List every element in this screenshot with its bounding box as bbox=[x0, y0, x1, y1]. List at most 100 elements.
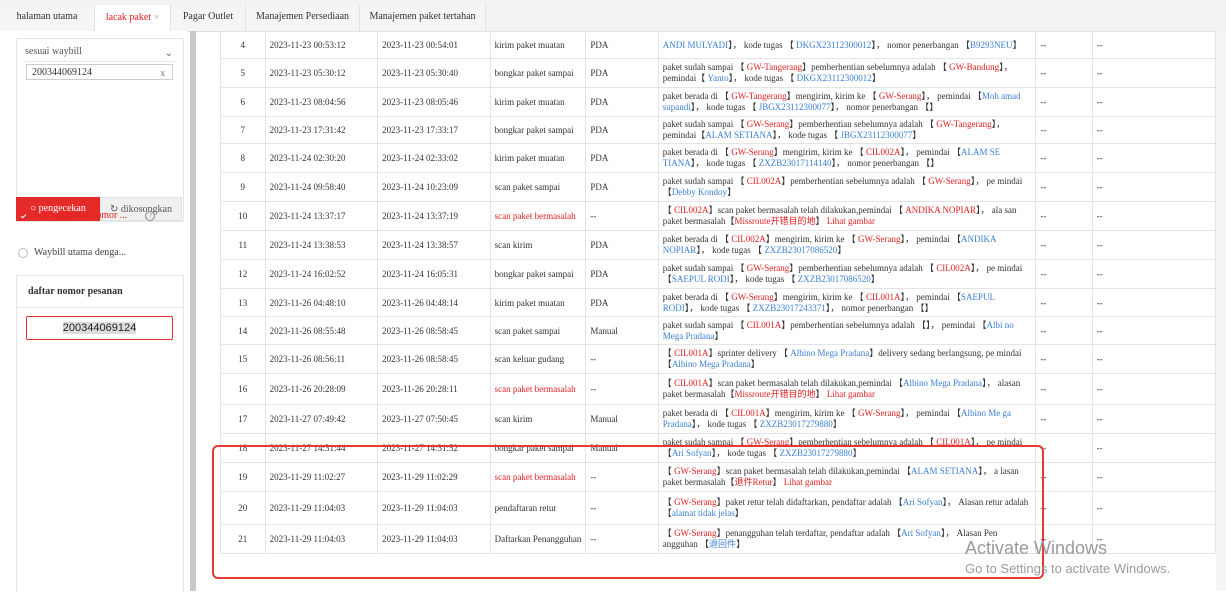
upload-time: 2023-11-24 13:38:57 bbox=[377, 230, 491, 260]
person-or-code-link[interactable]: DKGX23112300012 bbox=[796, 40, 871, 50]
extra-col-1: -- bbox=[1035, 344, 1093, 374]
close-icon[interactable]: × bbox=[154, 12, 159, 22]
row-index: 8 bbox=[220, 143, 266, 173]
extra-col-2: -- bbox=[1091, 316, 1216, 345]
description-text: 【 bbox=[662, 348, 675, 358]
row-index: 11 bbox=[220, 230, 266, 260]
scan-time: 2023-11-26 20:28:09 bbox=[264, 373, 379, 405]
person-or-code-link[interactable]: SAEPUL RODI bbox=[672, 274, 730, 284]
description-text: paket berada di 【 bbox=[662, 147, 732, 157]
option-check-info[interactable]: cek informasi nomor ...? bbox=[18, 210, 156, 221]
scan-source: PDA bbox=[585, 31, 659, 59]
description-text: 】， pemindai 【 bbox=[900, 147, 962, 157]
search-type-select[interactable]: sesuai waybill ⌄ bbox=[25, 43, 175, 62]
extra-col-1: -- bbox=[1035, 316, 1093, 345]
description-text: paket berada di 【 bbox=[662, 91, 732, 101]
description-text: 】， pemindai 【 bbox=[921, 91, 982, 101]
tab-inventory[interactable]: Manajemen Persediaan bbox=[246, 5, 360, 31]
person-or-code-link[interactable]: DKGX23112300012 bbox=[797, 73, 872, 83]
person-or-code-link[interactable]: Albino Mega Pradana bbox=[790, 348, 869, 358]
location-text[interactable]: Lihat gambar bbox=[827, 389, 875, 399]
extra-col-1: -- bbox=[1035, 87, 1093, 117]
description-text: paket sudah sampai 【 bbox=[662, 176, 747, 186]
description-text: 】 bbox=[727, 187, 737, 197]
person-or-code-link[interactable]: Debby Kondoy bbox=[672, 187, 727, 197]
person-or-code-link[interactable]: Yanto bbox=[708, 73, 729, 83]
upload-time: 2023-11-23 05:30:40 bbox=[377, 58, 491, 88]
tab-track-package[interactable]: lacak paket × bbox=[95, 5, 171, 31]
tab-home[interactable]: halaman utama bbox=[0, 5, 95, 31]
upload-time: 2023-11-23 08:05:46 bbox=[377, 87, 491, 117]
extra-col-2: -- bbox=[1091, 344, 1216, 374]
extra-col-2: -- bbox=[1091, 373, 1216, 405]
tab-held-packages[interactable]: Manajemen paket tertahan bbox=[360, 5, 486, 31]
description-text: 】mengirim, kirim ke 【 bbox=[765, 234, 859, 244]
person-or-code-link[interactable]: ZXZB23017279880 bbox=[760, 419, 833, 429]
scan-type: bongkar paket sampai bbox=[489, 259, 587, 289]
row-index: 12 bbox=[220, 259, 266, 289]
person-or-code-link[interactable]: Albino Mega Pradana bbox=[903, 378, 982, 388]
tab-outlet[interactable]: Pagar Outlet bbox=[171, 5, 246, 31]
table-row: 6 2023-11-23 08:04:56 2023-11-23 08:05:46 k… bbox=[220, 87, 1216, 117]
tracking-description: paket berada di 【 GW-Serang】mengirim, ki… bbox=[657, 143, 1037, 173]
extra-col-1: -- bbox=[1035, 404, 1093, 434]
table-row: 12 2023-11-24 16:02:52 2023-11-24 16:05:31… bbox=[220, 259, 1216, 289]
location-text[interactable]: Lihat gambar bbox=[827, 216, 875, 226]
help-icon[interactable]: ? bbox=[145, 210, 156, 221]
person-or-code-link[interactable]: NEU bbox=[994, 40, 1013, 50]
clear-icon[interactable]: x bbox=[161, 65, 166, 81]
upload-time: 2023-11-24 02:33:02 bbox=[377, 143, 491, 173]
scan-source: PDA bbox=[585, 230, 659, 260]
person-or-code-link[interactable]: ZXZB23017243371 bbox=[753, 303, 826, 313]
person-or-code-link[interactable]: ALAM SETIANA bbox=[705, 130, 772, 140]
scan-type: scan paket sampai bbox=[489, 316, 587, 345]
description-text: 】， kode tugas 【 bbox=[728, 39, 797, 50]
description-text: 】mengirim, kirim ke 【 bbox=[773, 291, 867, 302]
scan-time: 2023-11-24 13:38:53 bbox=[264, 230, 379, 260]
person-or-code-link[interactable]: Albino Mega Pradana bbox=[672, 359, 751, 369]
person-or-code-link[interactable]: JBGX23112300077 bbox=[759, 102, 831, 112]
description-text: 】， kode tugas 【 bbox=[696, 245, 765, 255]
description-text: 】pemberhentian sebelumnya adalah 【 bbox=[789, 263, 937, 273]
upload-time: 2023-11-23 17:33:17 bbox=[377, 116, 491, 144]
table-row: 7 2023-11-23 17:31:42 2023-11-23 17:33:17 b… bbox=[220, 116, 1216, 144]
scan-type: kirim paket muatan bbox=[489, 31, 587, 59]
person-or-code-link[interactable]: B9293 bbox=[970, 40, 994, 50]
description-text: 】sprinter delivery 【 bbox=[708, 348, 791, 358]
description-text: 【 bbox=[662, 205, 675, 215]
table-scrollbar[interactable] bbox=[1216, 31, 1226, 591]
location-text: ANDIKA NOPIAR bbox=[905, 205, 977, 215]
extra-col-1: -- bbox=[1035, 143, 1093, 173]
extra-col-1: -- bbox=[1035, 259, 1093, 289]
person-or-code-link[interactable]: ZXZB23017086520 bbox=[764, 245, 837, 255]
person-or-code-link[interactable]: JBGX23112300077 bbox=[841, 130, 913, 140]
scan-source: PDA bbox=[585, 58, 659, 88]
extra-col-2: -- bbox=[1091, 491, 1216, 525]
description-text: 】 bbox=[871, 73, 881, 83]
description-text: 】， pemindai 【 bbox=[900, 234, 962, 244]
description-text: 】， pemindai 【 bbox=[900, 291, 962, 302]
location-text: Missroute开错目的地 bbox=[734, 216, 816, 226]
scan-time: 2023-11-26 04:48:10 bbox=[264, 288, 379, 317]
description-text: 】 bbox=[912, 130, 922, 140]
order-list-item[interactable]: 200344069124 bbox=[26, 316, 173, 340]
waybill-input[interactable]: 200344069124 x bbox=[26, 64, 173, 80]
scan-time: 2023-11-24 13:37:17 bbox=[264, 201, 379, 231]
tracking-description: 【 CIL001A】scan paket bermasalah telah di… bbox=[657, 373, 1037, 405]
description-text: 】， nomor penerbangan 【】 bbox=[830, 102, 939, 112]
check-circle-icon bbox=[18, 210, 28, 221]
location-text: GW-Tangerang bbox=[936, 119, 992, 129]
person-or-code-link[interactable]: ZXZB23017086520 bbox=[798, 274, 871, 284]
option-main-waybill[interactable]: Waybill utama denga... bbox=[18, 247, 126, 258]
person-or-code-link[interactable]: ZXZB23017114140 bbox=[759, 158, 832, 168]
person-or-code-link[interactable]: ANDI MULYADI bbox=[663, 40, 728, 50]
description-text: 】 bbox=[870, 274, 880, 284]
tracking-description: paket berada di 【 GW-Serang】mengirim, ki… bbox=[657, 288, 1037, 317]
scan-type: kirim paket muatan bbox=[489, 288, 587, 317]
select-value: sesuai waybill bbox=[25, 46, 82, 57]
upload-time: 2023-11-26 20:28:11 bbox=[377, 373, 491, 405]
tracking-description: paket berada di 【 CIL002A】mengirim, kiri… bbox=[657, 230, 1037, 260]
sidebar-scrollbar[interactable] bbox=[190, 31, 196, 591]
row-index: 13 bbox=[220, 288, 266, 317]
tab-label: halaman utama bbox=[16, 11, 78, 22]
